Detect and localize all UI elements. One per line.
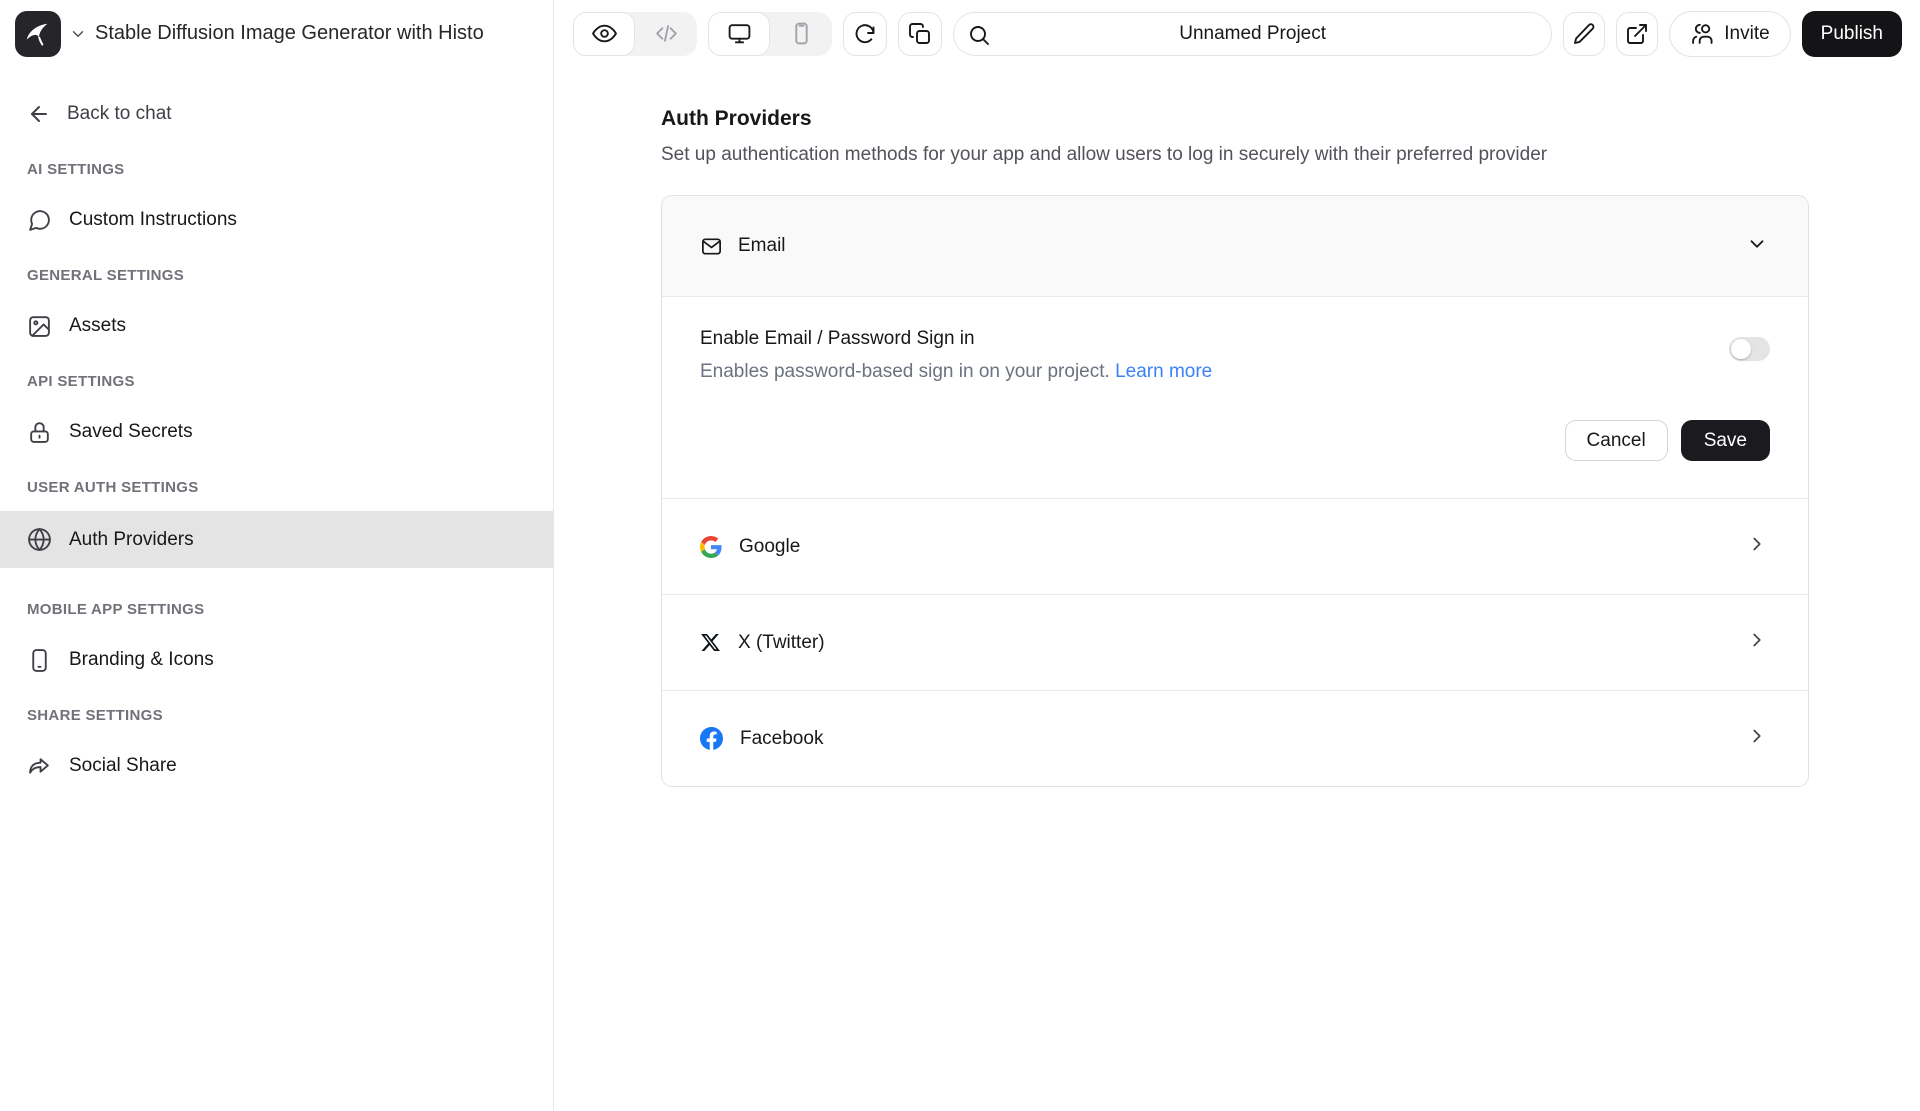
open-external-button[interactable]: [1616, 12, 1658, 56]
facebook-provider-row[interactable]: Facebook: [662, 690, 1808, 786]
chevron-down-icon: [1746, 233, 1768, 260]
back-to-chat-button[interactable]: Back to chat: [0, 100, 553, 128]
invite-button[interactable]: Invite: [1669, 11, 1790, 57]
section-header-share-settings: SHARE SETTINGS: [0, 707, 553, 724]
invite-label: Invite: [1724, 23, 1769, 45]
app-window: Stable Diffusion Image Generator with Hi…: [0, 0, 1920, 1111]
sidebar-header: Stable Diffusion Image Generator with Hi…: [0, 0, 553, 67]
email-password-toggle[interactable]: [1729, 337, 1770, 361]
lock-icon: [27, 420, 52, 445]
email-provider-header[interactable]: Email: [662, 196, 1808, 297]
sidebar-item-saved-secrets[interactable]: Saved Secrets: [0, 418, 553, 446]
sidebar-item-label: Social Share: [69, 755, 177, 777]
arrow-left-icon: [27, 102, 51, 126]
page-subtitle: Set up authentication methods for your a…: [661, 144, 1920, 166]
enable-email-description-text: Enables password-based sign in on your p…: [700, 361, 1110, 382]
copy-icon: [908, 22, 932, 46]
cancel-button[interactable]: Cancel: [1565, 420, 1668, 461]
settings-nav: Back to chat AI SETTINGS Custom Instruct…: [0, 67, 553, 1111]
sidebar-item-assets[interactable]: Assets: [0, 312, 553, 340]
facebook-provider-label: Facebook: [740, 728, 823, 750]
x-twitter-icon: [700, 632, 721, 653]
device-segment: [708, 12, 832, 56]
monitor-icon: [727, 21, 752, 46]
toggle-knob: [1731, 339, 1751, 359]
users-icon: [1690, 21, 1715, 46]
code-mode-button[interactable]: [635, 12, 697, 56]
sidebar-item-label: Branding & Icons: [69, 649, 214, 671]
email-provider-body: Enable Email / Password Sign in Enables …: [662, 297, 1808, 498]
desktop-view-button[interactable]: [708, 12, 770, 56]
enable-email-title: Enable Email / Password Sign in: [700, 328, 1212, 350]
globe-icon: [27, 527, 52, 552]
save-button[interactable]: Save: [1681, 420, 1770, 461]
sidebar-item-auth-providers[interactable]: Auth Providers: [0, 511, 553, 568]
sidebar-item-branding-icons[interactable]: Branding & Icons: [0, 646, 553, 674]
app-logo[interactable]: [15, 11, 61, 57]
learn-more-link[interactable]: Learn more: [1115, 361, 1212, 382]
chevron-right-icon: [1746, 725, 1768, 752]
section-header-api-settings: API SETTINGS: [0, 373, 553, 390]
google-icon: [700, 536, 722, 558]
logo-swoosh-icon: [23, 19, 53, 49]
project-name-text: Unnamed Project: [1179, 23, 1326, 45]
sidebar-item-label: Custom Instructions: [69, 209, 237, 231]
external-link-icon: [1625, 22, 1649, 46]
sidebar-item-label: Assets: [69, 315, 126, 337]
view-mode-segment: [573, 12, 697, 56]
auth-providers-page: Auth Providers Set up authentication met…: [554, 67, 1920, 1111]
sidebar-item-custom-instructions[interactable]: Custom Instructions: [0, 206, 553, 234]
chevron-right-icon: [1746, 533, 1768, 560]
settings-sidebar: Stable Diffusion Image Generator with Hi…: [0, 0, 554, 1111]
mail-icon: [700, 235, 723, 258]
edit-button[interactable]: [1563, 12, 1605, 56]
smartphone-icon: [27, 648, 52, 673]
project-switcher-chevron-icon[interactable]: [69, 25, 87, 43]
pencil-icon: [1572, 22, 1596, 46]
back-to-chat-label: Back to chat: [67, 103, 172, 125]
eye-icon: [592, 21, 617, 46]
preview-mode-button[interactable]: [573, 12, 635, 56]
section-header-ai-settings: AI SETTINGS: [0, 161, 553, 178]
search-icon: [967, 23, 991, 53]
chevron-right-icon: [1746, 629, 1768, 656]
top-toolbar: Unnamed Project Invite Publish: [554, 0, 1920, 67]
email-provider-label: Email: [738, 235, 786, 257]
mobile-view-button[interactable]: [770, 12, 832, 56]
x-twitter-provider-row[interactable]: X (Twitter): [662, 594, 1808, 690]
auth-providers-card: Email Enable Email / Password Sign in En…: [661, 195, 1809, 787]
google-provider-row[interactable]: Google: [662, 498, 1808, 594]
x-twitter-provider-label: X (Twitter): [738, 632, 825, 654]
image-icon: [27, 314, 52, 339]
code-icon: [654, 21, 679, 46]
sidebar-item-label: Saved Secrets: [69, 421, 193, 443]
publish-button[interactable]: Publish: [1802, 11, 1902, 57]
project-name-search-input[interactable]: Unnamed Project: [953, 12, 1552, 56]
section-header-mobile-app-settings: MOBILE APP SETTINGS: [0, 601, 553, 618]
refresh-icon: [853, 22, 877, 46]
chat-bubble-icon: [27, 208, 52, 233]
sidebar-item-label: Auth Providers: [69, 529, 194, 551]
refresh-button[interactable]: [843, 12, 887, 56]
section-header-general-settings: GENERAL SETTINGS: [0, 267, 553, 284]
section-header-user-auth-settings: USER AUTH SETTINGS: [0, 479, 553, 496]
enable-email-description: Enables password-based sign in on your p…: [700, 361, 1212, 383]
facebook-icon: [700, 727, 723, 750]
share-icon: [27, 754, 52, 779]
mobile-phone-icon: [789, 21, 814, 46]
sidebar-project-title: Stable Diffusion Image Generator with Hi…: [95, 22, 525, 45]
google-provider-label: Google: [739, 536, 800, 558]
copy-button[interactable]: [898, 12, 942, 56]
page-title: Auth Providers: [661, 107, 1920, 131]
sidebar-item-social-share[interactable]: Social Share: [0, 752, 553, 780]
